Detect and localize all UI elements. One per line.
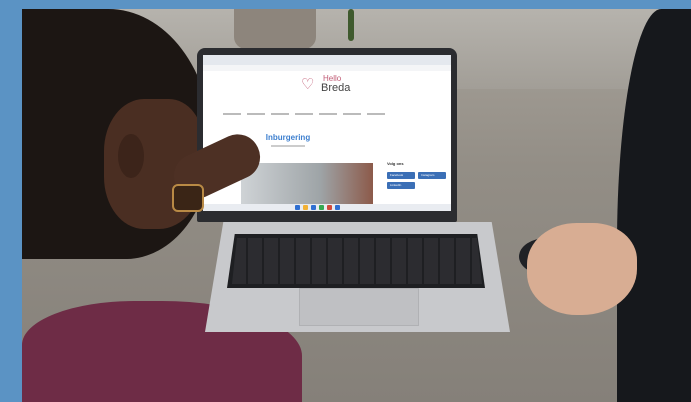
plant-leaf (348, 9, 354, 41)
linkedin-button: LinkedIn (387, 182, 415, 189)
laptop-screen: ♡ Hello Breda Inburgering Volg ons Faceb… (203, 55, 451, 211)
taskbar-app-icon (303, 205, 308, 210)
laptop-touchpad (299, 288, 419, 326)
woman-ear (118, 134, 144, 178)
taskbar-app-icon (311, 205, 316, 210)
nav-item (343, 113, 361, 115)
taskbar-app-icon (319, 205, 324, 210)
facebook-button: Facebook (387, 172, 415, 179)
breadcrumb (271, 145, 305, 147)
photo: ♡ Hello Breda Inburgering Volg ons Faceb… (22, 9, 691, 402)
plant-pot (234, 9, 316, 49)
sidebar-heading: Volg ons (387, 161, 404, 166)
nav-item (295, 113, 313, 115)
taskbar-app-icon (295, 205, 300, 210)
taskbar-icons (295, 205, 359, 210)
site-navigation (223, 110, 433, 118)
heart-logo-icon: ♡ (301, 76, 315, 93)
instagram-button: Instagram (418, 172, 446, 179)
nav-item (223, 113, 241, 115)
bracelet (172, 184, 204, 212)
keyboard-keys (232, 238, 482, 284)
taskbar-app-icon (327, 205, 332, 210)
person-hand (527, 223, 637, 315)
nav-item (319, 113, 337, 115)
taskbar-app-icon (335, 205, 340, 210)
browser-toolbar (203, 55, 451, 65)
nav-item (271, 113, 289, 115)
nav-item (247, 113, 265, 115)
nav-item (367, 113, 385, 115)
image-frame: ♡ Hello Breda Inburgering Volg ons Faceb… (0, 0, 691, 402)
logo-text-breda: Breda (321, 82, 351, 94)
